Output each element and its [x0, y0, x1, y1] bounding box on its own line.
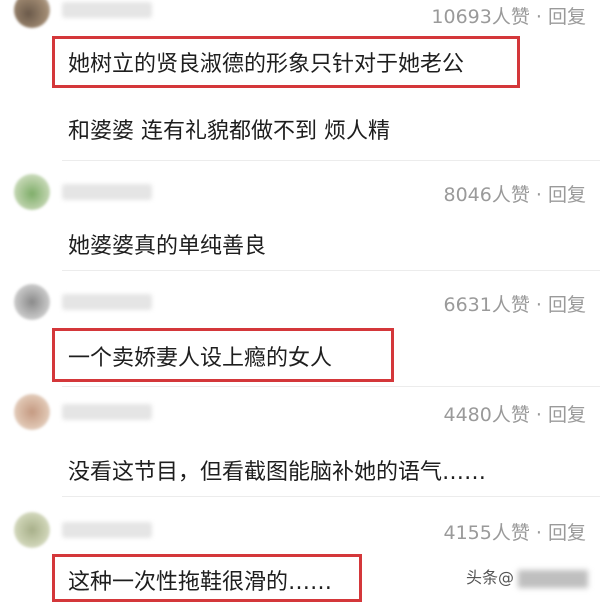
watermark: 头条@ — [466, 564, 588, 588]
reply-button[interactable]: 回复 — [548, 6, 586, 28]
comment-text: 她婆婆真的单纯善良 — [68, 234, 267, 259]
watermark-blurred — [518, 569, 588, 588]
divider — [62, 270, 600, 271]
meta-separator: · — [529, 184, 548, 206]
comment-meta: 10693人赞 · 回复 — [431, 2, 586, 29]
comment-header: 4480人赞 · 回复 — [0, 394, 600, 430]
avatar[interactable] — [14, 0, 50, 28]
username-blurred[interactable] — [62, 522, 152, 538]
comment-meta: 4480人赞 · 回复 — [444, 400, 587, 427]
comment-item: 4480人赞 · 回复 没看这节目，但看截图能脑补她的语气…… — [0, 394, 600, 494]
comment-text: 和婆婆 连有礼貌都做不到 烦人精 — [68, 119, 390, 144]
comment-header: 4155人赞 · 回复 — [0, 512, 600, 548]
username-blurred[interactable] — [62, 404, 152, 420]
comment-text: 一个卖娇妻人设上瘾的女人 — [68, 346, 333, 371]
avatar[interactable] — [14, 284, 50, 320]
username-blurred[interactable] — [62, 184, 152, 200]
meta-separator: · — [529, 522, 548, 544]
watermark-prefix: 头条@ — [465, 568, 514, 587]
comment-meta: 8046人赞 · 回复 — [444, 180, 587, 207]
divider — [62, 160, 600, 161]
comment-header: 10693人赞 · 回复 — [0, 0, 600, 28]
like-count[interactable]: 8046人赞 — [444, 184, 530, 206]
like-count[interactable]: 10693人赞 — [431, 6, 529, 28]
meta-separator: · — [529, 404, 548, 426]
avatar[interactable] — [14, 512, 50, 548]
divider — [62, 386, 600, 387]
comment-text: 这种一次性拖鞋很滑的…… — [68, 570, 333, 595]
avatar[interactable] — [14, 394, 50, 430]
username-blurred[interactable] — [62, 294, 152, 310]
reply-button[interactable]: 回复 — [548, 184, 586, 206]
comment-text: 她树立的贤良淑德的形象只针对于她老公 — [68, 52, 465, 77]
meta-separator: · — [529, 294, 548, 316]
like-count[interactable]: 4155人赞 — [444, 522, 530, 544]
avatar[interactable] — [14, 174, 50, 210]
comment-meta: 6631人赞 · 回复 — [444, 290, 587, 317]
username-blurred[interactable] — [62, 2, 152, 18]
comment-header: 8046人赞 · 回复 — [0, 174, 600, 210]
like-count[interactable]: 4480人赞 — [444, 404, 530, 426]
comment-text: 没看这节目，但看截图能脑补她的语气…… — [68, 460, 487, 485]
like-count[interactable]: 6631人赞 — [444, 294, 530, 316]
reply-button[interactable]: 回复 — [548, 294, 586, 316]
meta-separator: · — [529, 6, 548, 28]
comment-header: 6631人赞 · 回复 — [0, 284, 600, 320]
reply-button[interactable]: 回复 — [548, 522, 586, 544]
comment-item: 10693人赞 · 回复 她树立的贤良淑德的形象只针对于她老公 和婆婆 连有礼貌… — [0, 0, 600, 152]
comment-item: 8046人赞 · 回复 她婆婆真的单纯善良 — [0, 174, 600, 274]
comment-meta: 4155人赞 · 回复 — [444, 518, 587, 545]
comment-item: 6631人赞 · 回复 一个卖娇妻人设上瘾的女人 — [0, 284, 600, 384]
reply-button[interactable]: 回复 — [548, 404, 586, 426]
divider — [62, 496, 600, 497]
